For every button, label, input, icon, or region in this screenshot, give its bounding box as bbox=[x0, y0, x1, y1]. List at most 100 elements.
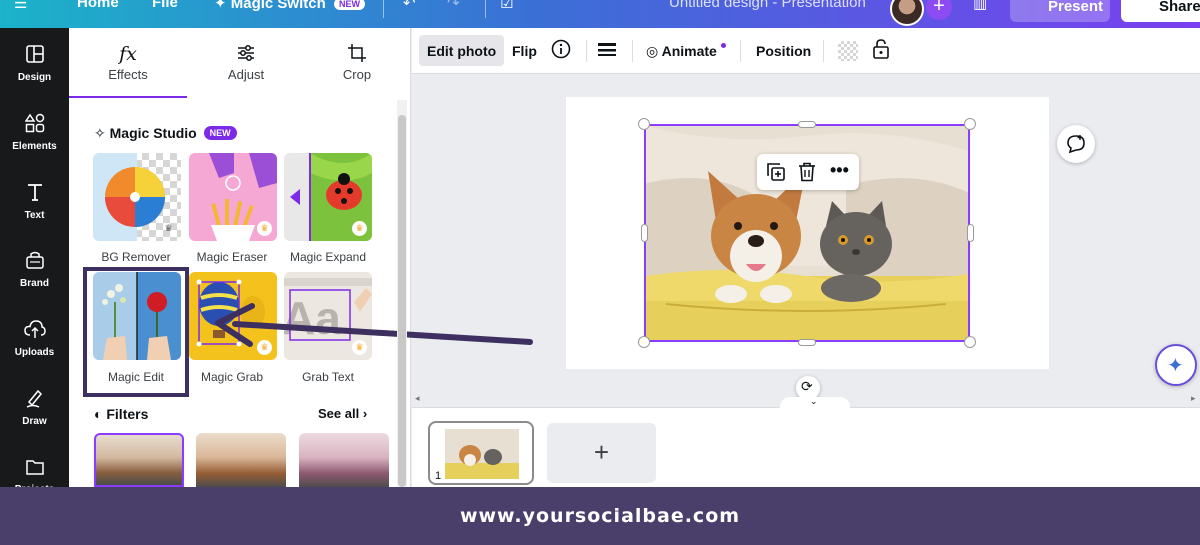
crown-icon: ♛ bbox=[257, 221, 272, 236]
resize-handle[interactable] bbox=[638, 336, 650, 348]
new-badge: NEW bbox=[203, 126, 237, 140]
animate-button[interactable]: ◎ Animate bbox=[646, 35, 726, 66]
resize-handle[interactable] bbox=[967, 224, 974, 242]
layout-icon bbox=[25, 45, 44, 63]
animate-label: Animate bbox=[661, 43, 717, 59]
magic-assistant-button[interactable]: ✦ bbox=[1155, 344, 1197, 386]
undo-icon[interactable]: ↶ bbox=[403, 0, 416, 12]
resize-handle[interactable] bbox=[798, 339, 816, 346]
magic-switch-button[interactable]: ✦ Magic Switch NEW bbox=[214, 0, 365, 12]
home-button[interactable]: Home bbox=[77, 0, 119, 11]
add-page-button[interactable]: + bbox=[547, 423, 656, 483]
brand-icon bbox=[25, 251, 44, 269]
tab-adjust[interactable]: Adjust bbox=[187, 28, 305, 98]
rail-item-text[interactable]: Text bbox=[0, 182, 69, 223]
redo-icon[interactable]: ↷ bbox=[447, 0, 460, 12]
cloud-saved-icon[interactable]: ☑ bbox=[500, 0, 513, 12]
share-button[interactable]: Share bbox=[1121, 0, 1200, 22]
magic-expand-tile[interactable]: ♛ bbox=[284, 153, 372, 241]
share-label: Share bbox=[1159, 0, 1200, 15]
rail-item-elements[interactable]: Elements bbox=[0, 113, 69, 154]
edit-photo-button[interactable]: Edit photo bbox=[419, 35, 505, 66]
crown-icon: ♛ bbox=[352, 221, 367, 236]
rail-item-brand[interactable]: Brand bbox=[0, 250, 69, 291]
tab-label: Effects bbox=[108, 67, 148, 82]
duplicate-icon[interactable] bbox=[766, 162, 786, 187]
collapse-pages-tab[interactable]: ⌄ bbox=[780, 396, 850, 409]
divider bbox=[632, 40, 633, 62]
rail-item-design[interactable]: Design bbox=[0, 44, 69, 85]
resize-handle[interactable] bbox=[964, 118, 976, 130]
border-style-icon[interactable] bbox=[598, 41, 616, 72]
context-toolbar: Edit photo Flip ◎ Animate Position bbox=[412, 28, 1200, 74]
divider bbox=[823, 40, 824, 62]
tab-label: Crop bbox=[342, 67, 372, 82]
trash-icon[interactable] bbox=[798, 162, 816, 187]
filter-thumbnail[interactable] bbox=[94, 433, 184, 487]
sliders-icon bbox=[238, 45, 254, 61]
avatar[interactable] bbox=[890, 0, 924, 26]
rail-label: Draw bbox=[22, 416, 47, 427]
resize-handle[interactable] bbox=[638, 118, 650, 130]
bg-remover-tile[interactable]: ♛ bbox=[93, 153, 181, 241]
tab-effects[interactable]: fx Effects bbox=[69, 28, 187, 98]
website-url: www.yoursocialbae.com bbox=[459, 505, 741, 527]
tab-crop[interactable]: Crop bbox=[298, 28, 416, 98]
page-thumbnail-image bbox=[445, 429, 519, 479]
resize-handle[interactable] bbox=[964, 336, 976, 348]
flip-label: Flip bbox=[512, 43, 537, 59]
position-button[interactable]: Position bbox=[756, 35, 811, 66]
info-icon[interactable] bbox=[551, 39, 571, 70]
filter-thumbnail[interactable] bbox=[196, 433, 286, 487]
tool-label: BG Remover bbox=[101, 250, 171, 264]
cloud-upload-icon bbox=[23, 320, 46, 338]
tool-label: Magic Expand bbox=[289, 250, 367, 264]
add-comment-button[interactable] bbox=[1057, 125, 1095, 163]
rail-label: Text bbox=[24, 210, 45, 221]
rail-item-draw[interactable]: Draw bbox=[0, 388, 69, 429]
rotate-icon: ⟳ bbox=[801, 378, 813, 394]
lock-icon[interactable] bbox=[872, 39, 890, 70]
filters-title: Filters bbox=[106, 406, 149, 422]
file-menu[interactable]: File bbox=[152, 0, 178, 11]
magic-studio-header: ✧ Magic Studio NEW bbox=[94, 125, 237, 142]
comment-plus-icon bbox=[1067, 135, 1085, 154]
crop-icon bbox=[348, 44, 366, 62]
menu-icon[interactable]: ☰ bbox=[14, 0, 27, 12]
magic-switch-label: Magic Switch bbox=[230, 0, 326, 12]
scroll-left-icon[interactable]: ◂ bbox=[415, 393, 420, 404]
present-label: Present bbox=[1048, 0, 1104, 15]
analytics-icon[interactable]: ▥ bbox=[973, 0, 987, 12]
present-button[interactable]: Present bbox=[1010, 0, 1110, 22]
chevron-down-icon: ⌄ bbox=[810, 396, 818, 406]
edit-photo-label: Edit photo bbox=[427, 43, 497, 59]
scroll-right-icon[interactable]: ▸ bbox=[1191, 393, 1196, 404]
see-all-label: See all bbox=[318, 406, 360, 421]
crown-icon: ♛ bbox=[164, 223, 173, 233]
invite-plus-icon[interactable]: + bbox=[926, 0, 952, 20]
draw-icon bbox=[26, 389, 42, 408]
magic-eraser-tile[interactable]: ♛ bbox=[189, 153, 277, 241]
document-title[interactable]: Untitled design - Presentation bbox=[669, 0, 866, 11]
tab-label: Adjust bbox=[227, 67, 265, 82]
see-all-link[interactable]: See all › bbox=[318, 406, 367, 421]
more-options-icon[interactable]: ••• bbox=[830, 160, 849, 181]
filter-thumbnail[interactable] bbox=[299, 433, 389, 487]
panel-scroll-thumb[interactable] bbox=[398, 115, 406, 487]
folder-icon bbox=[25, 460, 44, 475]
resize-handle[interactable] bbox=[798, 121, 816, 128]
tool-label: Grab Text bbox=[302, 370, 354, 384]
divider bbox=[586, 40, 587, 62]
left-rail: Design Elements Text Brand Uploads Draw bbox=[0, 28, 69, 495]
magic-edit-highlight bbox=[83, 267, 189, 397]
sparkle-icon: ✦ bbox=[214, 0, 227, 12]
rail-item-uploads[interactable]: Uploads bbox=[0, 319, 69, 360]
resize-handle[interactable] bbox=[641, 224, 648, 242]
filters-header: ◐ Filters bbox=[94, 406, 148, 422]
new-dot bbox=[720, 43, 726, 48]
flip-button[interactable]: Flip bbox=[512, 35, 537, 66]
page-thumbnail[interactable]: 1 bbox=[428, 421, 534, 485]
transparency-icon[interactable] bbox=[838, 41, 858, 72]
page-number: 1 bbox=[435, 470, 442, 482]
fx-icon: fx bbox=[119, 43, 137, 65]
